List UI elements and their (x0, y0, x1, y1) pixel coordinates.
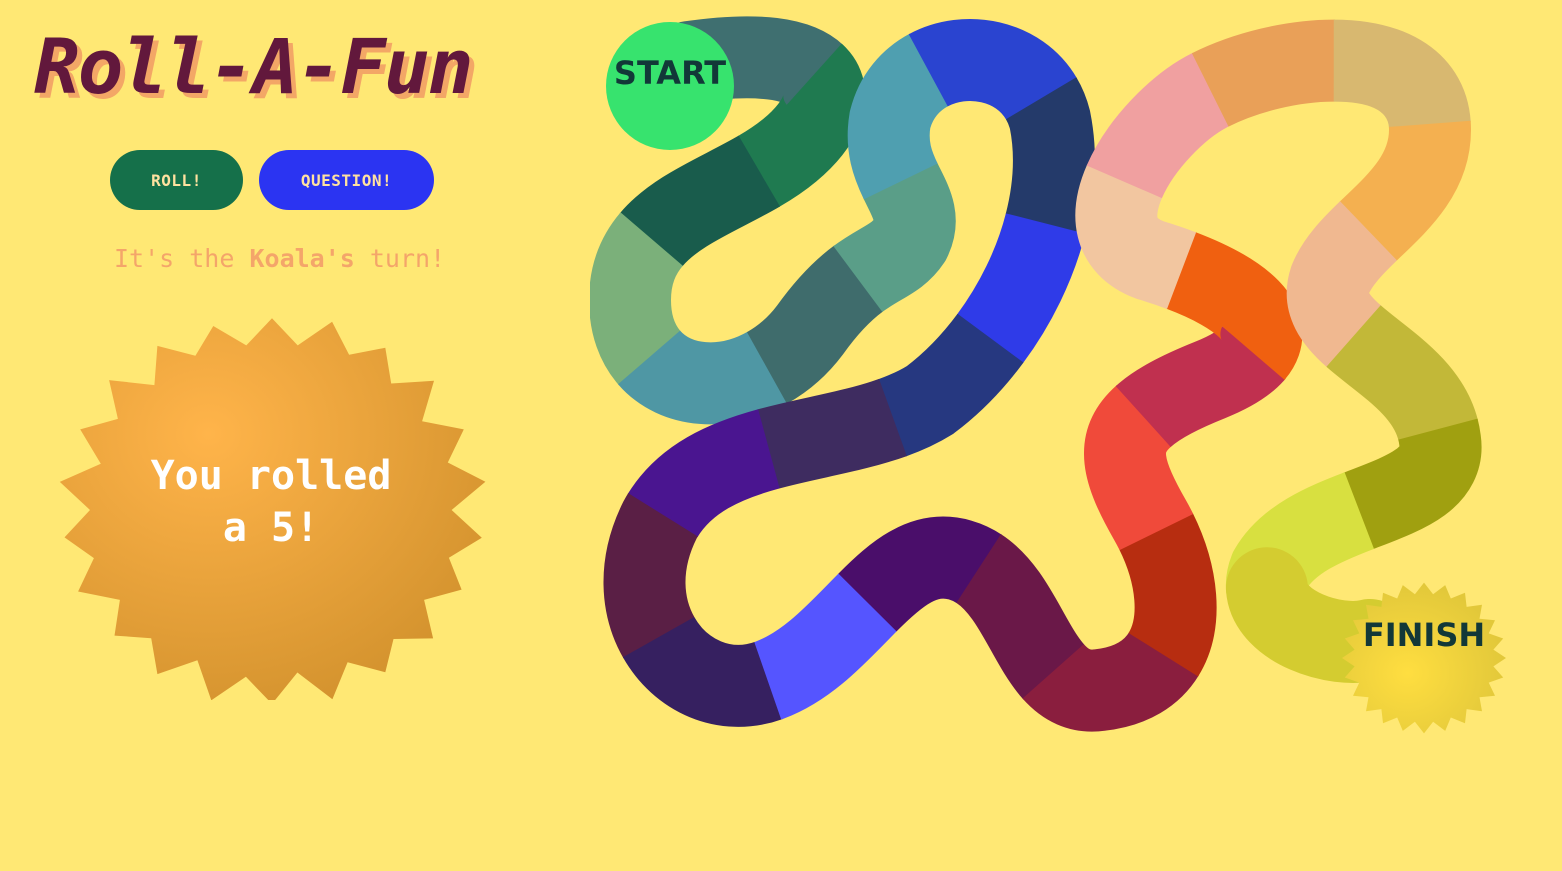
dice-result-message: You rolled a 5! (150, 453, 392, 551)
turn-prefix: It's the (114, 244, 250, 273)
turn-indicator: It's the Koala's turn! (114, 244, 445, 273)
finish-label: FINISH (1363, 616, 1485, 654)
question-button[interactable]: QUESTION! (259, 150, 434, 210)
game-board: START FINISH (590, 16, 1506, 734)
start-label: START (614, 54, 726, 92)
finish-space[interactable] (1342, 582, 1506, 734)
roll-button[interactable]: ROLL! (110, 150, 243, 210)
current-player-name: Koala's (249, 244, 355, 273)
board-track (590, 16, 1482, 732)
turn-suffix: turn! (354, 244, 446, 273)
app-title: Roll-A-Fun (34, 22, 474, 111)
